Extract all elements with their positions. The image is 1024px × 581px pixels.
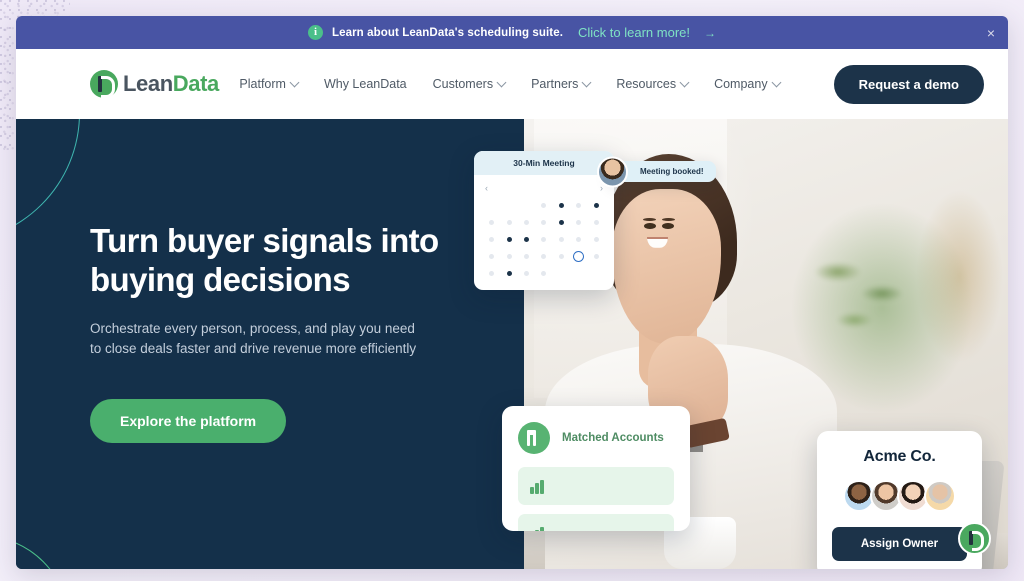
main-navbar: LeanData Platform Why LeanData Customers… (16, 49, 1008, 119)
calendar-slot-muted[interactable] (489, 254, 495, 259)
matched-accounts-icon (518, 422, 550, 454)
calendar-slot-muted[interactable] (524, 220, 530, 225)
person-brow-left (642, 217, 657, 221)
calendar-slot-muted[interactable] (524, 254, 530, 259)
leandata-badge-icon[interactable] (958, 522, 991, 555)
calendar-slot-muted[interactable] (558, 237, 564, 242)
website-viewport: i Learn about LeanData's scheduling suit… (16, 16, 1008, 569)
acme-account-card: Acme Co. Assign Owner (817, 431, 982, 569)
brand-data-text: Data (172, 71, 219, 96)
bar-chart-icon (530, 526, 546, 531)
calendar-slot-muted[interactable] (541, 203, 547, 208)
calendar-slot-dark[interactable] (558, 203, 564, 208)
acme-company-name: Acme Co. (863, 448, 936, 465)
nav-label: Company (714, 77, 768, 91)
nav-item-why-leandata[interactable]: Why LeanData (324, 77, 407, 91)
calendar-grid (483, 200, 605, 279)
brand-wordmark: LeanData (123, 71, 219, 97)
calendar-slot-muted[interactable] (541, 271, 547, 276)
calendar-slot-muted[interactable] (506, 254, 512, 259)
calendar-title: 30-Min Meeting (474, 151, 614, 175)
leandata-logo[interactable]: LeanData (90, 70, 219, 98)
calendar-slot-dark[interactable] (593, 203, 599, 208)
calendar-slot-muted[interactable] (541, 220, 547, 225)
calendar-slot-muted[interactable] (558, 254, 564, 259)
nav-item-company[interactable]: Company (714, 77, 782, 91)
arrow-right-icon: → (704, 25, 716, 40)
chevron-down-icon (771, 77, 782, 87)
calendar-slot-muted[interactable] (541, 254, 547, 259)
calendar-slot-muted[interactable] (489, 237, 495, 242)
explore-platform-button[interactable]: Explore the platform (90, 398, 287, 443)
calendar-slot-dark[interactable] (506, 271, 512, 276)
avatar (597, 156, 628, 187)
calendar-slot-muted[interactable] (524, 271, 530, 276)
calendar-slot-muted[interactable] (541, 237, 547, 242)
calendar-slot-muted[interactable] (489, 220, 495, 225)
calendar-slot-muted[interactable] (576, 220, 582, 225)
nav-label: Customers (432, 77, 494, 91)
calendar-slot-muted[interactable] (593, 254, 599, 259)
close-icon[interactable]: × (987, 26, 995, 40)
calendar-slot-ring[interactable] (573, 251, 585, 262)
announcement-link[interactable]: Click to learn more! (578, 25, 690, 40)
matched-accounts-title: Matched Accounts (562, 432, 664, 444)
meeting-booked-text: Meeting booked! (640, 167, 704, 176)
calendar-slot-dark[interactable] (524, 237, 530, 242)
person-brow-right (661, 217, 675, 221)
info-icon: i (307, 25, 323, 40)
calendar-slot-muted[interactable] (593, 220, 599, 225)
nav-item-customers[interactable]: Customers (432, 77, 507, 91)
leandata-logo-icon (90, 70, 118, 98)
avatar (924, 480, 956, 512)
assign-owner-button[interactable]: Assign Owner (832, 527, 967, 561)
calendar-body: ‹ › (474, 175, 614, 290)
bar-chart-icon (530, 479, 546, 494)
person-eye-right (662, 223, 675, 230)
matched-accounts-header: Matched Accounts (518, 422, 674, 454)
acme-avatar-group (832, 480, 967, 512)
brand-lean-text: Lean (123, 71, 173, 96)
list-item[interactable] (518, 514, 674, 531)
nav-label: Resources (616, 77, 677, 91)
announcement-text: Learn about LeanData's scheduling suite. (331, 26, 564, 39)
announcement-bar: i Learn about LeanData's scheduling suit… (16, 16, 1008, 49)
calendar-nav: ‹ › (483, 183, 605, 193)
list-item[interactable] (518, 467, 674, 505)
calendar-slot-muted[interactable] (489, 271, 495, 276)
page-title: Turn buyer signals into buying decisions (90, 222, 460, 300)
hero-copy: Turn buyer signals into buying decisions… (90, 222, 460, 443)
hero-section: Turn buyer signals into buying decisions… (16, 119, 1008, 569)
nav-item-resources[interactable]: Resources (616, 77, 690, 91)
chevron-down-icon (496, 77, 507, 87)
calendar-slot-muted[interactable] (506, 220, 512, 225)
nav-item-partners[interactable]: Partners (531, 77, 592, 91)
chevron-left-icon[interactable]: ‹ (485, 183, 488, 193)
nav-item-platform[interactable]: Platform (239, 77, 300, 91)
person-face (611, 188, 722, 345)
calendar-slot-muted[interactable] (593, 237, 599, 242)
calendar-slot-dark[interactable] (506, 237, 512, 242)
calendar-slot-muted[interactable] (576, 237, 582, 242)
chevron-down-icon (289, 77, 300, 87)
meeting-booked-chip: Meeting booked! (597, 156, 716, 187)
matched-accounts-card: Matched Accounts (502, 406, 690, 531)
chevron-down-icon (581, 77, 592, 87)
chevron-right-icon[interactable]: › (600, 183, 603, 193)
request-demo-button[interactable]: Request a demo (833, 64, 984, 104)
nav-label: Partners (531, 77, 579, 91)
person-smile (646, 237, 668, 248)
calendar-card: 30-Min Meeting ‹ › (474, 151, 614, 290)
chevron-down-icon (679, 77, 690, 87)
nav-links: Platform Why LeanData Customers Partners… (239, 64, 984, 104)
calendar-slot-dark[interactable] (558, 220, 564, 225)
nav-label: Why LeanData (323, 77, 407, 91)
nav-label: Platform (239, 77, 286, 91)
hero-title-line-1: Turn buyer signals into (90, 222, 439, 259)
person-eye-left (643, 223, 656, 230)
hero-title-line-2: buying decisions (90, 260, 351, 298)
calendar-slot-muted[interactable] (576, 203, 582, 208)
hero-subtitle: Orchestrate every person, process, and p… (90, 320, 417, 357)
